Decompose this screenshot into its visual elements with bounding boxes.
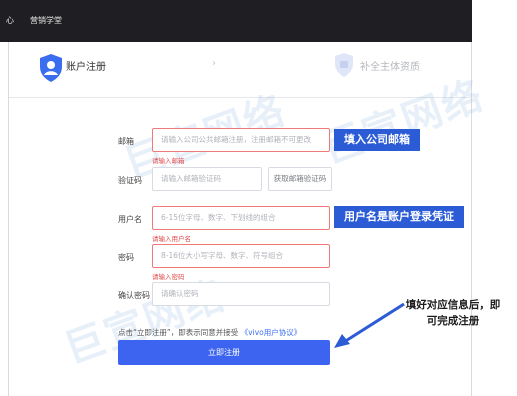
- password-error: 请输入密码: [152, 273, 185, 281]
- password-label: 密码: [118, 253, 134, 262]
- completion-annotation: 填好对应信息后，即 可完成注册: [392, 297, 514, 329]
- annotation-line-1: 填好对应信息后，即: [405, 299, 501, 311]
- register-now-button[interactable]: 立即注册: [118, 340, 330, 365]
- email-input[interactable]: 请输入公司公共邮箱注册，注册邮箱不可更改: [152, 128, 330, 152]
- confirm-password-label: 确认密码: [118, 291, 150, 300]
- agreement-prefix: 点击“立即注册”，即表示同意并接受: [118, 328, 239, 337]
- nav-item-home[interactable]: 心: [6, 15, 14, 26]
- email-label: 邮箱: [118, 137, 134, 146]
- email-callout: 填入公司邮箱: [334, 129, 420, 151]
- page: 心 营销学堂 账户注册 › 补全主体资质 巨宣网络 巨宣网络 巨宣网络 邮箱 请…: [0, 0, 517, 396]
- chevron-right-icon: ›: [212, 58, 216, 69]
- username-callout: 用户名是账户登录凭证: [334, 206, 464, 228]
- confirm-password-input[interactable]: 请确认密码: [152, 282, 330, 306]
- user-agreement-link[interactable]: 《vivo用户协议》: [241, 328, 302, 337]
- nav-item-marketing-school[interactable]: 营销学堂: [30, 15, 62, 26]
- agreement-text: 点击“立即注册”，即表示同意并接受 《vivo用户协议》: [118, 327, 301, 338]
- annotation-line-2: 可完成注册: [426, 315, 480, 327]
- code-label: 验证码: [118, 176, 142, 185]
- email-code-input[interactable]: 请输入邮箱验证码: [152, 167, 262, 191]
- shield-user-icon: [40, 54, 62, 82]
- top-nav-bar: 心 营销学堂: [0, 0, 472, 42]
- username-error: 请输入用户名: [152, 235, 191, 243]
- get-email-code-button[interactable]: 获取邮箱验证码: [268, 167, 332, 191]
- password-input[interactable]: 8-16位大小写字母、数字、符号组合: [152, 244, 330, 268]
- email-error: 请输入邮箱: [152, 157, 185, 165]
- document-shield-icon: [335, 53, 353, 77]
- step-2-label: 补全主体资质: [360, 62, 420, 73]
- username-input[interactable]: 6-15位字母、数字、下划线的组合: [152, 206, 330, 230]
- username-label: 用户名: [118, 215, 142, 224]
- step-1-label: 账户注册: [66, 62, 106, 73]
